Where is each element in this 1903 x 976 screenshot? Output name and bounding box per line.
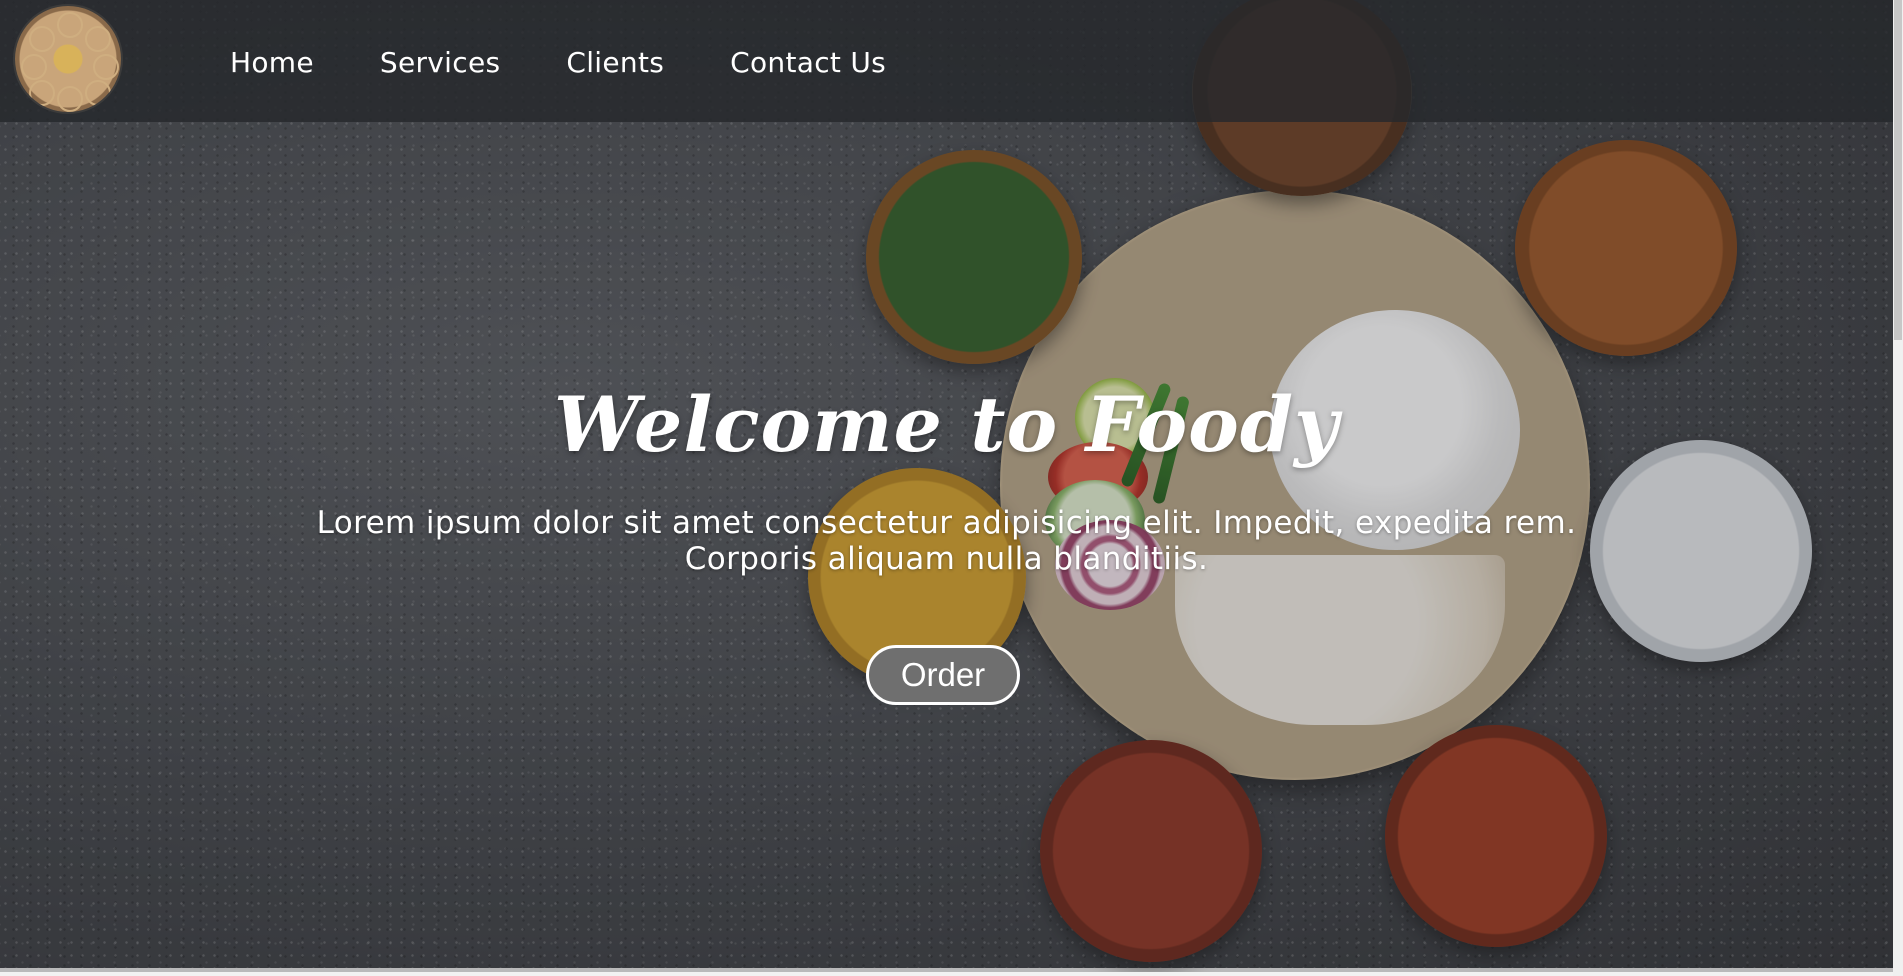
hero-section: Welcome to Foody Lorem ipsum dolor sit a… [0, 0, 1893, 972]
vertical-scrollbar[interactable] [1893, 0, 1903, 976]
order-button[interactable]: Order [866, 645, 1020, 705]
nav-link-services[interactable]: Services [380, 46, 500, 79]
hero-title: Welcome to Foody [553, 380, 1340, 469]
page: Home Services Clients Contact Us Welcome… [0, 0, 1893, 972]
nav-menu: Home Services Clients Contact Us [230, 46, 886, 79]
logo-image[interactable] [15, 6, 121, 112]
nav-link-clients[interactable]: Clients [566, 46, 664, 79]
navbar: Home Services Clients Contact Us [0, 0, 1893, 122]
nav-link-contact-us[interactable]: Contact Us [730, 46, 886, 79]
nav-link-home[interactable]: Home [230, 46, 314, 79]
scrollbar-thumb[interactable] [1894, 0, 1902, 340]
hero-description: Lorem ipsum dolor sit amet consectetur a… [316, 505, 1577, 577]
